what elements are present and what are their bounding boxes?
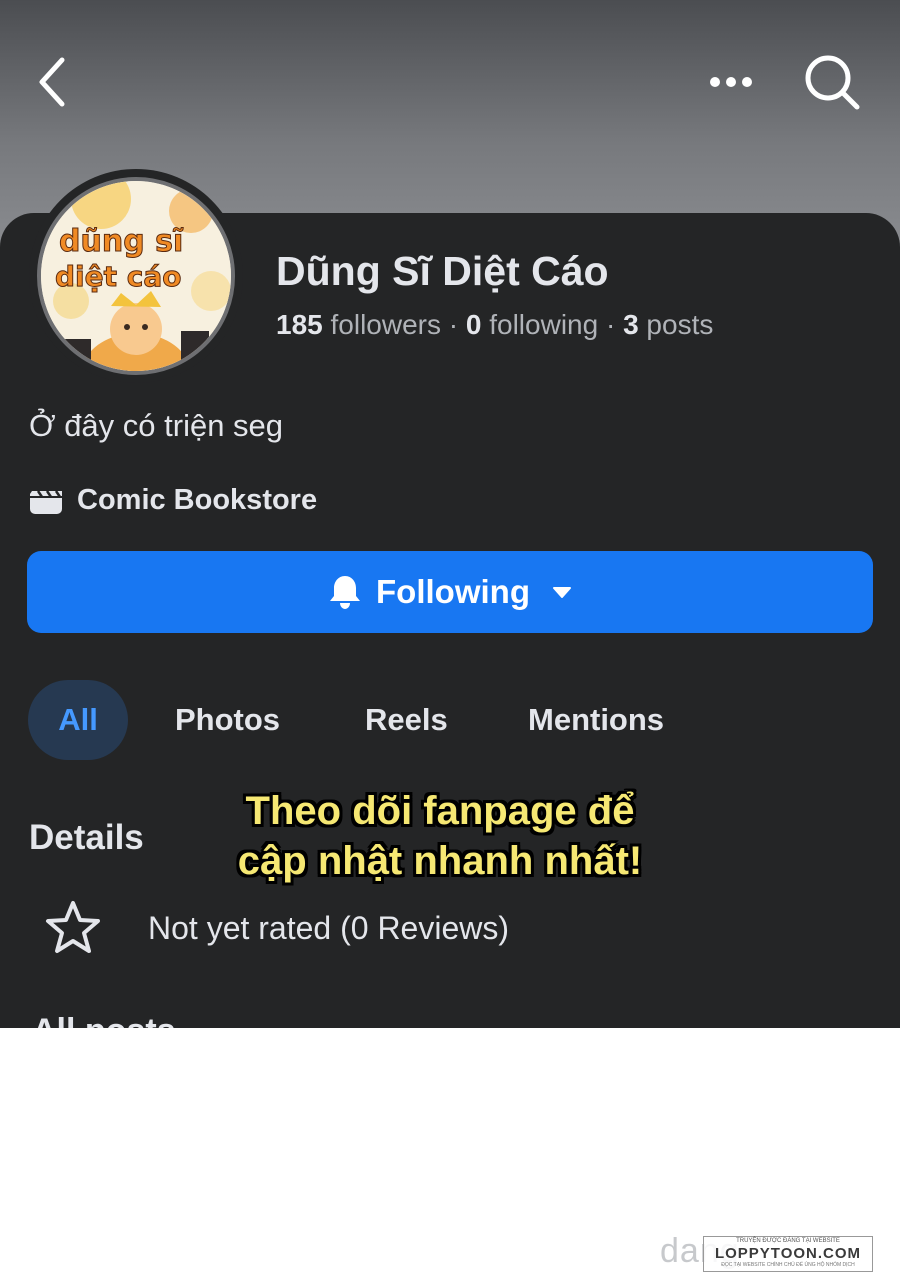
watermark-top-line: TRUYỆN ĐƯỢC ĐĂNG TẠI WEBSITE xyxy=(736,1238,840,1244)
overlay-caption: Theo dõi fanpage để cập nhật nhanh nhất! xyxy=(200,786,680,886)
following-count[interactable]: 0 xyxy=(466,309,482,340)
ellipsis-icon xyxy=(710,77,752,87)
avatar[interactable]: dũng sĩ diệt cáo xyxy=(37,177,235,375)
details-heading: Details xyxy=(29,818,144,857)
avatar-text-line2: diệt cáo xyxy=(55,260,182,293)
followers-label[interactable]: followers xyxy=(323,309,441,340)
following-label[interactable]: following xyxy=(481,309,598,340)
star-outline-icon xyxy=(46,901,100,953)
posts-count: 3 xyxy=(623,309,639,340)
category-label: Comic Bookstore xyxy=(77,484,318,516)
posts-label: posts xyxy=(638,309,714,340)
followers-count[interactable]: 185 xyxy=(276,309,323,340)
following-button[interactable]: Following xyxy=(27,551,873,633)
more-options-button[interactable] xyxy=(700,60,762,104)
page-title: Dũng Sĩ Diệt Cáo xyxy=(276,248,609,294)
caret-down-icon xyxy=(552,587,571,598)
overlay-caption-line2: cập nhật nhanh nhất! xyxy=(237,839,643,883)
avatar-text-line1: dũng sĩ xyxy=(59,224,184,259)
rating-row[interactable]: Not yet rated (0 Reviews) xyxy=(44,900,509,956)
watermark-main-line: LOPPYTOON.COM xyxy=(714,1245,862,1262)
bell-icon xyxy=(330,576,361,609)
page-stats: 185 followers · 0 following · 3 posts xyxy=(276,309,713,341)
all-posts-heading: All posts xyxy=(32,1012,176,1028)
watermark-bottom-line: ĐỌC TẠI WEBSITE CHÍNH CHỦ ĐỂ ỦNG HỘ NHÓM… xyxy=(721,1262,855,1268)
clapperboard-icon xyxy=(29,487,63,515)
tab-photos[interactable]: Photos xyxy=(175,680,280,760)
back-button[interactable] xyxy=(30,52,78,112)
page-bio: Ở đây có triện seg xyxy=(29,408,284,443)
search-button[interactable] xyxy=(800,50,864,114)
chevron-left-icon xyxy=(39,57,65,107)
page-screen: dũng sĩ diệt cáo Dũng Sĩ Diệt Cáo 185 fo… xyxy=(0,0,900,1028)
tab-mentions[interactable]: Mentions xyxy=(528,680,664,760)
stats-separator: · xyxy=(440,309,466,340)
watermark-badge: TRUYỆN ĐƯỢC ĐĂNG TẠI WEBSITE LOPPYTOON.C… xyxy=(703,1236,873,1272)
rating-text: Not yet rated (0 Reviews) xyxy=(148,909,510,946)
tab-all[interactable]: All xyxy=(28,680,128,760)
search-icon xyxy=(805,55,860,110)
tab-reels[interactable]: Reels xyxy=(365,680,448,760)
stats-separator: · xyxy=(598,309,624,340)
following-button-label: Following xyxy=(376,573,530,610)
page-category: Comic Bookstore xyxy=(29,484,317,517)
overlay-caption-line1: Theo dõi fanpage để xyxy=(245,789,635,833)
avatar-artwork: dũng sĩ diệt cáo xyxy=(41,181,231,371)
